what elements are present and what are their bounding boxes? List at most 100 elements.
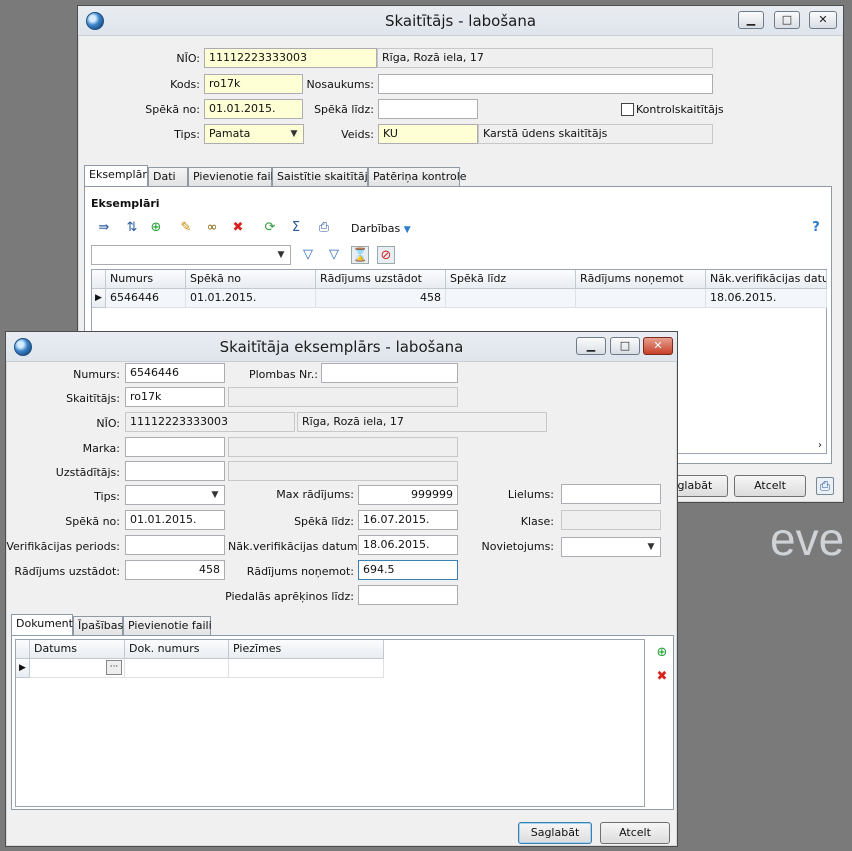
maximize-button[interactable]: □ [610,337,640,355]
speka-no-field[interactable]: 01.01.2015. [125,510,225,530]
filter-clear-icon[interactable]: ⊘ [377,246,395,264]
table-cell[interactable]: ··· [30,659,125,678]
move-right-icon[interactable]: ⇛ [95,219,113,237]
delete-row-icon[interactable]: ✖ [653,668,671,686]
speka-no-field[interactable]: 01.01.2015. [204,99,303,119]
view-icon[interactable]: ∞ [203,219,221,237]
table-cell[interactable]: 6546446 [106,289,186,308]
nosaukums-label: Nosaukums: [306,78,374,91]
radijums-uzstadot-field[interactable]: 458 [125,560,225,580]
tab-ipasibas[interactable]: Īpašības [73,616,123,635]
verifikacijas-periods-field[interactable] [125,535,225,555]
numurs-label: Numurs: [73,368,120,381]
speka-lidz-field[interactable] [378,99,478,119]
tab-dokumenti[interactable]: Dokumenti [11,614,76,636]
background-watermark: eve [770,513,845,565]
table-cell[interactable] [446,289,576,308]
close-button[interactable]: ✕ [809,11,837,29]
filter-settings-icon[interactable]: ⌛ [351,246,369,264]
dialog-cancel-button[interactable]: Atcelt [600,822,670,844]
nak-verif-field[interactable]: 18.06.2015. [358,535,458,555]
tab-pateriņa-kontrole[interactable]: Patēriņa kontrole [368,167,467,186]
close-button[interactable]: ✕ [643,337,673,355]
skaititajs-field[interactable]: ro17k [125,387,225,407]
edit-icon[interactable]: ✎ [177,219,195,237]
table-cell[interactable] [125,659,229,678]
maximize-button[interactable]: □ [774,11,800,29]
sort-icon[interactable]: ⇅ [123,219,141,237]
tips-select[interactable]: ▼ [125,485,225,505]
col-radijums-nonemot[interactable]: Rādījums noņemot [576,270,706,289]
delete-icon[interactable]: ✖ [229,219,247,237]
help-icon[interactable]: ? [807,219,825,237]
nio-field[interactable]: 11112223333003 [204,48,377,68]
speka-lidz-field[interactable]: 16.07.2015. [358,510,458,530]
uzstaditajs-field[interactable] [125,461,225,481]
kods-label: Kods: [170,78,200,91]
marka-desc-field [228,437,458,457]
tab-pievienotie-faili[interactable]: Pievienotie faili [123,616,212,635]
novietojums-select[interactable]: ▼ [561,537,661,557]
max-radijums-label: Max rādījums: [276,488,354,501]
radijums-nonemot-field[interactable]: 694.5 [358,560,458,580]
main-cancel-button[interactable]: Atcelt [734,475,806,497]
max-radijums-field[interactable]: 999999 [358,485,458,505]
dialog-save-button[interactable]: Saglabāt [518,822,592,844]
novietojums-label: Novietojums: [481,540,554,553]
tab-eksemplari[interactable]: Eksemplāri [84,165,150,187]
print-icon[interactable]: ⎙ [816,477,834,495]
ellipsis-button[interactable]: ··· [106,660,122,675]
skaititajs-label: Skaitītājs: [66,392,120,405]
print-icon[interactable]: ⎙ [315,219,333,237]
col-speka-no[interactable]: Spēkā no [186,270,316,289]
tab-pievienotie-faili[interactable]: Pievienotie faili [188,167,277,186]
plombas-field[interactable] [321,363,458,383]
verifikacijas-periods-label: Verifikācijas periods: [6,540,120,553]
tab-saistitie-skaititaji[interactable]: Saistītie skaitītāji [272,167,371,186]
minimize-button[interactable]: ▁ [576,337,606,355]
chevron-right-icon[interactable]: › [818,440,822,451]
speka-no-label: Spēkā no: [65,515,120,528]
refresh-icon[interactable]: ⟳ [261,219,279,237]
nosaukums-field[interactable] [378,74,713,94]
table-cell[interactable]: 01.01.2015. [186,289,316,308]
row-indicator[interactable]: ▶ [16,659,30,678]
filter-add-icon[interactable]: ▽ [325,246,343,264]
col-numurs[interactable]: Numurs [106,270,186,289]
col-speka-lidz[interactable]: Spēkā līdz [446,270,576,289]
col-dok-numurs[interactable]: Dok. numurs [125,640,229,659]
tips-select[interactable]: Pamata ▼ [204,124,304,144]
row-indicator[interactable]: ▶ [92,289,106,308]
table-cell[interactable]: 458 [316,289,446,308]
chevron-down-icon: ▼ [647,542,655,552]
nio-field: 11112223333003 [125,412,295,432]
table-cell[interactable] [576,289,706,308]
main-titlebar: Skaitītājs - labošana ▁ □ ✕ [78,6,843,36]
section-title: Eksemplāri [91,197,160,210]
piedalas-field[interactable] [358,585,458,605]
col-nak-verif[interactable]: Nāk.verifikācijas datums [706,270,827,289]
actions-menu[interactable]: Darbības ▼ [351,222,411,235]
table-cell[interactable] [229,659,384,678]
lielums-field[interactable] [561,484,661,504]
col-datums[interactable]: Datums [30,640,125,659]
add-row-icon[interactable]: ⊕ [653,644,671,662]
nio-address-field: Rīga, Rozā iela, 17 [377,48,713,68]
sum-icon[interactable]: Σ [287,219,305,237]
chevron-down-icon: ▼ [211,490,219,500]
filter-select[interactable]: ▼ [91,245,291,265]
dialog-tab-panel: Datums Dok. numurs Piezīmes ▶ ··· ⊕ ✖ [11,635,674,810]
kontrolskaititajs-checkbox[interactable] [621,103,634,116]
tab-dati[interactable]: Dati [148,167,188,186]
table-cell[interactable]: 18.06.2015. [706,289,827,308]
nio-label: NĪO: [176,52,200,65]
add-icon[interactable]: ⊕ [147,219,165,237]
kods-field[interactable]: ro17k [204,74,303,94]
numurs-field[interactable]: 6546446 [125,363,225,383]
veids-code-field[interactable]: KU [378,124,478,144]
minimize-button[interactable]: ▁ [738,11,764,29]
filter-icon[interactable]: ▽ [299,246,317,264]
col-radijums-uzstadot[interactable]: Rādījums uzstādot [316,270,446,289]
marka-field[interactable] [125,437,225,457]
col-piezimes[interactable]: Piezīmes [229,640,384,659]
